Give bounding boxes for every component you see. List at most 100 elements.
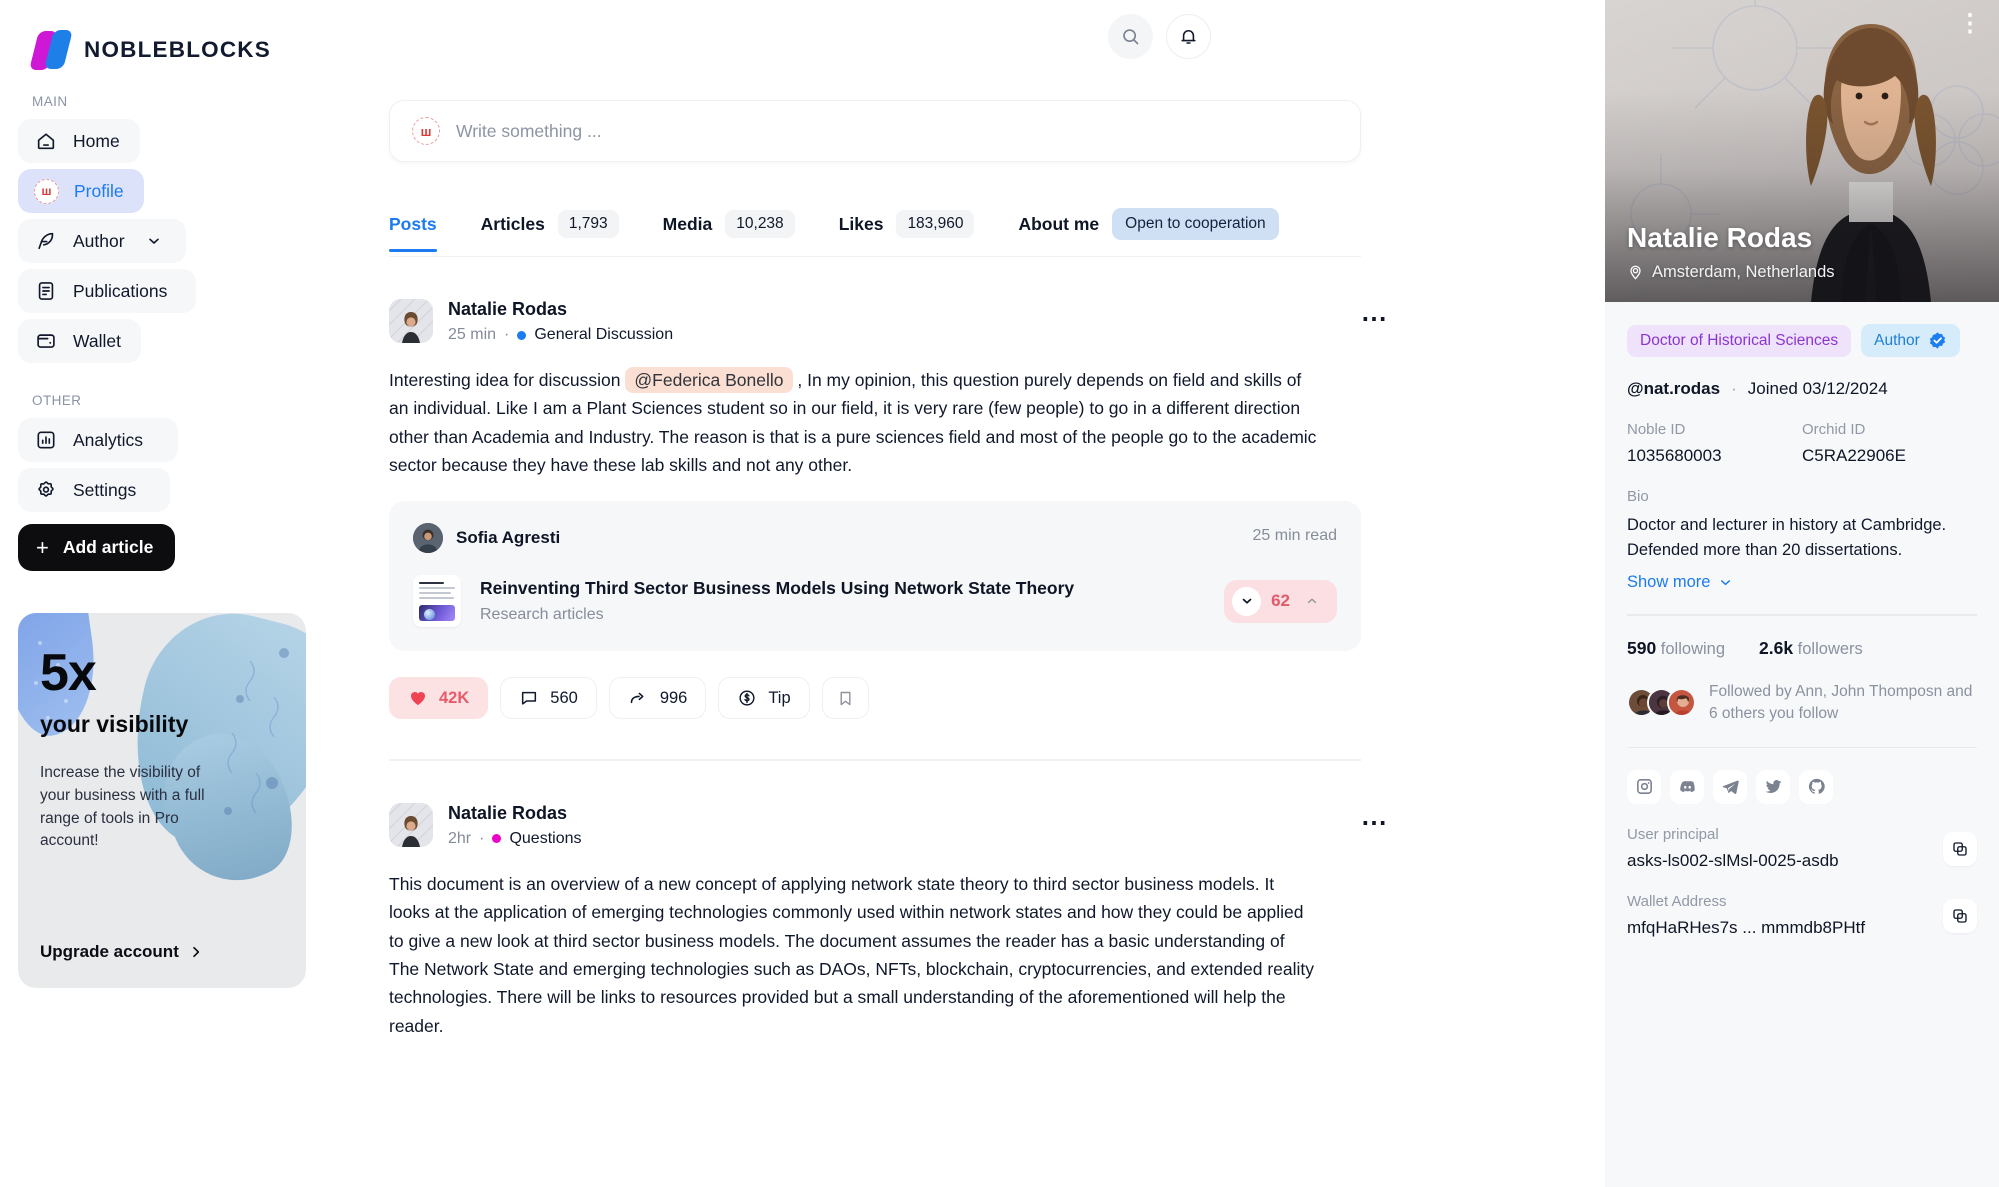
- post-author-name: Natalie Rodas: [448, 802, 568, 823]
- followed-by-row[interactable]: Followed by Ann, John Thomposn and 6 oth…: [1627, 681, 1977, 725]
- post-body-before: Interesting idea for discussion: [389, 370, 621, 390]
- post-mention[interactable]: @Federica Bonello: [625, 367, 793, 393]
- embed-read-time: 25 min read: [1252, 527, 1338, 545]
- upgrade-account-label: Upgrade account: [40, 942, 179, 961]
- profile-ids: Noble ID 1035680003 Orchid ID C5RA22906E: [1627, 421, 1977, 466]
- tip-button[interactable]: Tip: [718, 677, 810, 720]
- notifications-button[interactable]: [1166, 14, 1211, 59]
- comment-icon: [522, 692, 537, 705]
- embed-article-title[interactable]: Reinventing Third Sector Business Models…: [480, 578, 1074, 599]
- sidebar-item-profile[interactable]: ш Profile: [18, 169, 144, 213]
- post-header: Natalie Rodas 2hr · Questions ⋯: [389, 802, 1389, 848]
- show-more-button[interactable]: Show more: [1627, 573, 1977, 592]
- profile-joined: Joined 03/12/2024: [1747, 379, 1888, 398]
- share-button[interactable]: 996: [608, 677, 707, 720]
- downvote-button[interactable]: [1232, 586, 1262, 616]
- post-header: Natalie Rodas 25 min · General Discussio…: [389, 299, 1389, 344]
- vote-widget: 62: [1224, 579, 1337, 623]
- post-more-button[interactable]: ⋯: [1361, 809, 1389, 835]
- tip-label: Tip: [768, 688, 791, 707]
- verified-badge-icon: [1929, 332, 1945, 349]
- sidebar-item-wallet[interactable]: Wallet: [18, 319, 141, 363]
- post-author-block: Natalie Rodas 25 min · General Discussio…: [448, 299, 673, 344]
- embed-author-name: Sofia Agresti: [456, 528, 561, 548]
- sidebar-item-settings[interactable]: Settings: [18, 468, 170, 512]
- open-to-cooperation-badge: Open to cooperation: [1112, 208, 1279, 240]
- search-icon: [1123, 29, 1139, 45]
- meta-separator: ·: [504, 326, 510, 343]
- header-actions: [1108, 14, 1211, 59]
- post-more-button[interactable]: ⋯: [1361, 305, 1389, 331]
- wallet-address-field: Wallet Address mfqHaRHes7s ... mmmdb8PHt…: [1627, 893, 1977, 938]
- heart-icon: [411, 692, 425, 706]
- embedded-article-card[interactable]: Sofia Agresti 25 min read Reinventing Th…: [389, 501, 1361, 652]
- plus-icon: +: [36, 534, 49, 560]
- following-stat[interactable]: 590 following: [1627, 638, 1725, 659]
- copy-user-principal-button[interactable]: [1943, 831, 1977, 866]
- sidebar-item-author[interactable]: Author: [18, 219, 186, 263]
- bio-text: Doctor and lecturer in history at Cambri…: [1627, 516, 1947, 560]
- add-article-button[interactable]: + Add article: [18, 524, 176, 571]
- profile-badges: Doctor of Historical Sciences Author: [1627, 324, 1977, 357]
- post-meta: 25 min · General Discussion: [448, 326, 673, 344]
- telegram-icon[interactable]: [1713, 769, 1747, 804]
- following-count: 590: [1627, 637, 1657, 658]
- tab-count-media: 10,238: [725, 210, 795, 238]
- twitter-icon[interactable]: [1756, 769, 1790, 804]
- tab-count-articles: 1,793: [557, 210, 619, 238]
- gear-icon: [34, 478, 58, 502]
- post-composer[interactable]: ш Write something ...: [389, 100, 1361, 162]
- followers-stat[interactable]: 2.6k followers: [1759, 638, 1863, 659]
- noble-id-value: 1035680003: [1627, 446, 1722, 465]
- promo-card[interactable]: 5x your visibility Increase the visibili…: [18, 613, 306, 988]
- brand-name: NOBLEBLOCKS: [84, 37, 271, 62]
- user-principal-value: asks-ls002-slMsl-0025-asdb: [1627, 850, 1839, 870]
- sidebar-item-label-settings: Settings: [73, 479, 137, 500]
- handle-separator: ·: [1731, 379, 1737, 398]
- badge-doctor-label: Doctor of Historical Sciences: [1640, 331, 1839, 349]
- sidebar-item-home[interactable]: Home: [18, 119, 140, 163]
- orchid-id-value: C5RA22906E: [1802, 446, 1906, 465]
- sidebar-item-publications[interactable]: Publications: [18, 269, 196, 313]
- avatar[interactable]: [413, 523, 443, 554]
- tab-media[interactable]: Media 10,238: [663, 210, 795, 254]
- tab-articles[interactable]: Articles 1,793: [481, 210, 619, 254]
- sidebar-item-analytics[interactable]: Analytics: [18, 418, 178, 462]
- bookmark-button[interactable]: [821, 677, 869, 720]
- post-actions: 42K 560 996 Tip: [389, 677, 1389, 720]
- meta-separator: ·: [479, 829, 485, 847]
- profile-menu-button[interactable]: ⋮: [1958, 12, 1983, 36]
- avatar[interactable]: [389, 802, 433, 847]
- search-button[interactable]: [1108, 14, 1153, 59]
- post-item: Natalie Rodas 2hr · Questions ⋯ This doc…: [389, 761, 1389, 1040]
- github-icon[interactable]: [1799, 769, 1833, 804]
- avatar[interactable]: [389, 299, 433, 343]
- like-button[interactable]: 42K: [389, 677, 489, 720]
- tab-count-likes: 183,960: [896, 210, 975, 238]
- nav-list-main: Home ш Profile Author Publications Walle…: [18, 119, 284, 363]
- upgrade-account-button[interactable]: Upgrade account: [40, 942, 204, 962]
- tab-likes[interactable]: Likes 183,960: [839, 210, 975, 254]
- discord-icon[interactable]: [1670, 769, 1704, 804]
- document-icon: [34, 279, 58, 303]
- upvote-button[interactable]: [1300, 594, 1324, 608]
- show-more-label: Show more: [1627, 573, 1711, 592]
- followed-by-text: Followed by Ann, John Thomposn and 6 oth…: [1709, 682, 1973, 722]
- tab-about-me[interactable]: About me Open to cooperation: [1018, 208, 1279, 256]
- cover-gradient: [1605, 0, 1999, 302]
- post-item: Natalie Rodas 25 min · General Discussio…: [389, 257, 1389, 720]
- following-label: following: [1660, 639, 1726, 658]
- brand[interactable]: NOBLEBLOCKS: [18, 0, 284, 78]
- comment-count: 560: [550, 688, 578, 707]
- profile-name: Natalie Rodas: [1627, 222, 1813, 253]
- follow-stats: 590 following 2.6k followers: [1627, 638, 1977, 659]
- profile-location: Amsterdam, Netherlands: [1627, 263, 1835, 282]
- promo-subhead: your visibility: [40, 711, 189, 737]
- category-dot: [492, 834, 502, 844]
- copy-wallet-address-button[interactable]: [1943, 898, 1977, 933]
- map-pin-icon: [1630, 265, 1641, 280]
- post-time: 2hr: [448, 829, 472, 847]
- comment-button[interactable]: 560: [500, 677, 597, 720]
- instagram-icon[interactable]: [1627, 769, 1661, 804]
- tab-posts[interactable]: Posts: [389, 214, 437, 252]
